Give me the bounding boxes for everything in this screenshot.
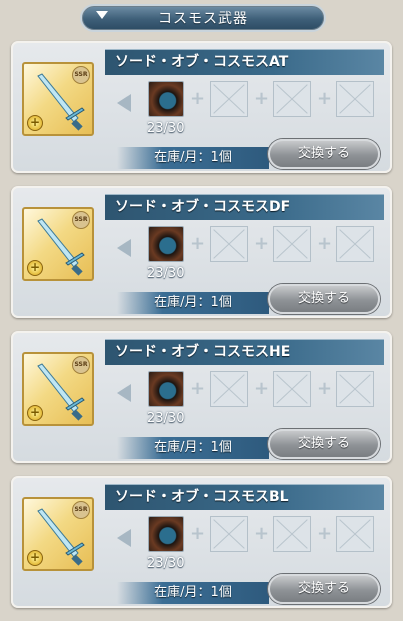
triangle-down-icon xyxy=(96,11,108,19)
material-count: 23/30 xyxy=(147,121,185,136)
left-arrow-icon xyxy=(117,239,131,257)
rarity-badge: SSR xyxy=(72,66,90,84)
material-count: 23/30 xyxy=(147,411,185,426)
empty-slot xyxy=(336,371,374,407)
monthly-stock: 在庫/月：1個 xyxy=(117,147,269,169)
weapon-icon[interactable]: SSR + xyxy=(22,62,94,136)
plus-icon: + xyxy=(317,88,333,109)
left-arrow-icon xyxy=(117,384,131,402)
empty-slot xyxy=(336,226,374,262)
exchange-button[interactable]: 交換する xyxy=(268,139,380,169)
weapon-icon[interactable]: SSR + xyxy=(22,207,94,281)
plus-icon: + xyxy=(317,233,333,254)
plus-icon: + xyxy=(254,378,270,399)
weapon-card: SSR + ソード・オブ・コスモスAT + + + 23/30 在庫/月：1個 … xyxy=(11,41,392,173)
weapon-name: ソード・オブ・コスモスHE xyxy=(105,339,384,365)
plus-icon: + xyxy=(190,88,206,109)
empty-slot xyxy=(210,81,248,117)
material-icon[interactable] xyxy=(148,81,184,117)
empty-slot xyxy=(210,516,248,552)
exchange-button[interactable]: 交換する xyxy=(268,429,380,459)
exchange-button[interactable]: 交換する xyxy=(268,574,380,604)
plus-icon: + xyxy=(317,523,333,544)
left-arrow-icon xyxy=(117,94,131,112)
empty-slot xyxy=(210,371,248,407)
plus-icon: + xyxy=(254,523,270,544)
plus-icon: + xyxy=(190,378,206,399)
weapon-card: SSR + ソード・オブ・コスモスBL + + + 23/30 在庫/月：1個 … xyxy=(11,476,392,608)
category-title: コスモス武器 xyxy=(158,11,248,27)
empty-slot xyxy=(336,81,374,117)
plus-badge-icon: + xyxy=(27,405,43,421)
material-icon[interactable] xyxy=(148,226,184,262)
plus-badge-icon: + xyxy=(27,115,43,131)
plus-icon: + xyxy=(190,523,206,544)
category-dropdown[interactable]: コスモス武器 xyxy=(80,4,326,32)
monthly-stock: 在庫/月：1個 xyxy=(117,437,269,459)
material-count: 23/30 xyxy=(147,266,185,281)
material-icon[interactable] xyxy=(148,371,184,407)
weapon-card: SSR + ソード・オブ・コスモスHE + + + 23/30 在庫/月：1個 … xyxy=(11,331,392,463)
empty-slot xyxy=(336,516,374,552)
weapon-name: ソード・オブ・コスモスBL xyxy=(105,484,384,510)
plus-badge-icon: + xyxy=(27,260,43,276)
rarity-badge: SSR xyxy=(72,356,90,374)
plus-icon: + xyxy=(254,88,270,109)
empty-slot xyxy=(273,81,311,117)
left-arrow-icon xyxy=(117,529,131,547)
empty-slot xyxy=(273,226,311,262)
monthly-stock: 在庫/月：1個 xyxy=(117,292,269,314)
plus-icon: + xyxy=(317,378,333,399)
empty-slot xyxy=(210,226,248,262)
plus-badge-icon: + xyxy=(27,550,43,566)
rarity-badge: SSR xyxy=(72,501,90,519)
exchange-button[interactable]: 交換する xyxy=(268,284,380,314)
material-icon[interactable] xyxy=(148,516,184,552)
material-count: 23/30 xyxy=(147,556,185,571)
plus-icon: + xyxy=(190,233,206,254)
rarity-badge: SSR xyxy=(72,211,90,229)
plus-icon: + xyxy=(254,233,270,254)
weapon-icon[interactable]: SSR + xyxy=(22,352,94,426)
empty-slot xyxy=(273,371,311,407)
weapon-name: ソード・オブ・コスモスDF xyxy=(105,194,384,220)
empty-slot xyxy=(273,516,311,552)
weapon-icon[interactable]: SSR + xyxy=(22,497,94,571)
weapon-name: ソード・オブ・コスモスAT xyxy=(105,49,384,75)
monthly-stock: 在庫/月：1個 xyxy=(117,582,269,604)
weapon-card: SSR + ソード・オブ・コスモスDF + + + 23/30 在庫/月：1個 … xyxy=(11,186,392,318)
